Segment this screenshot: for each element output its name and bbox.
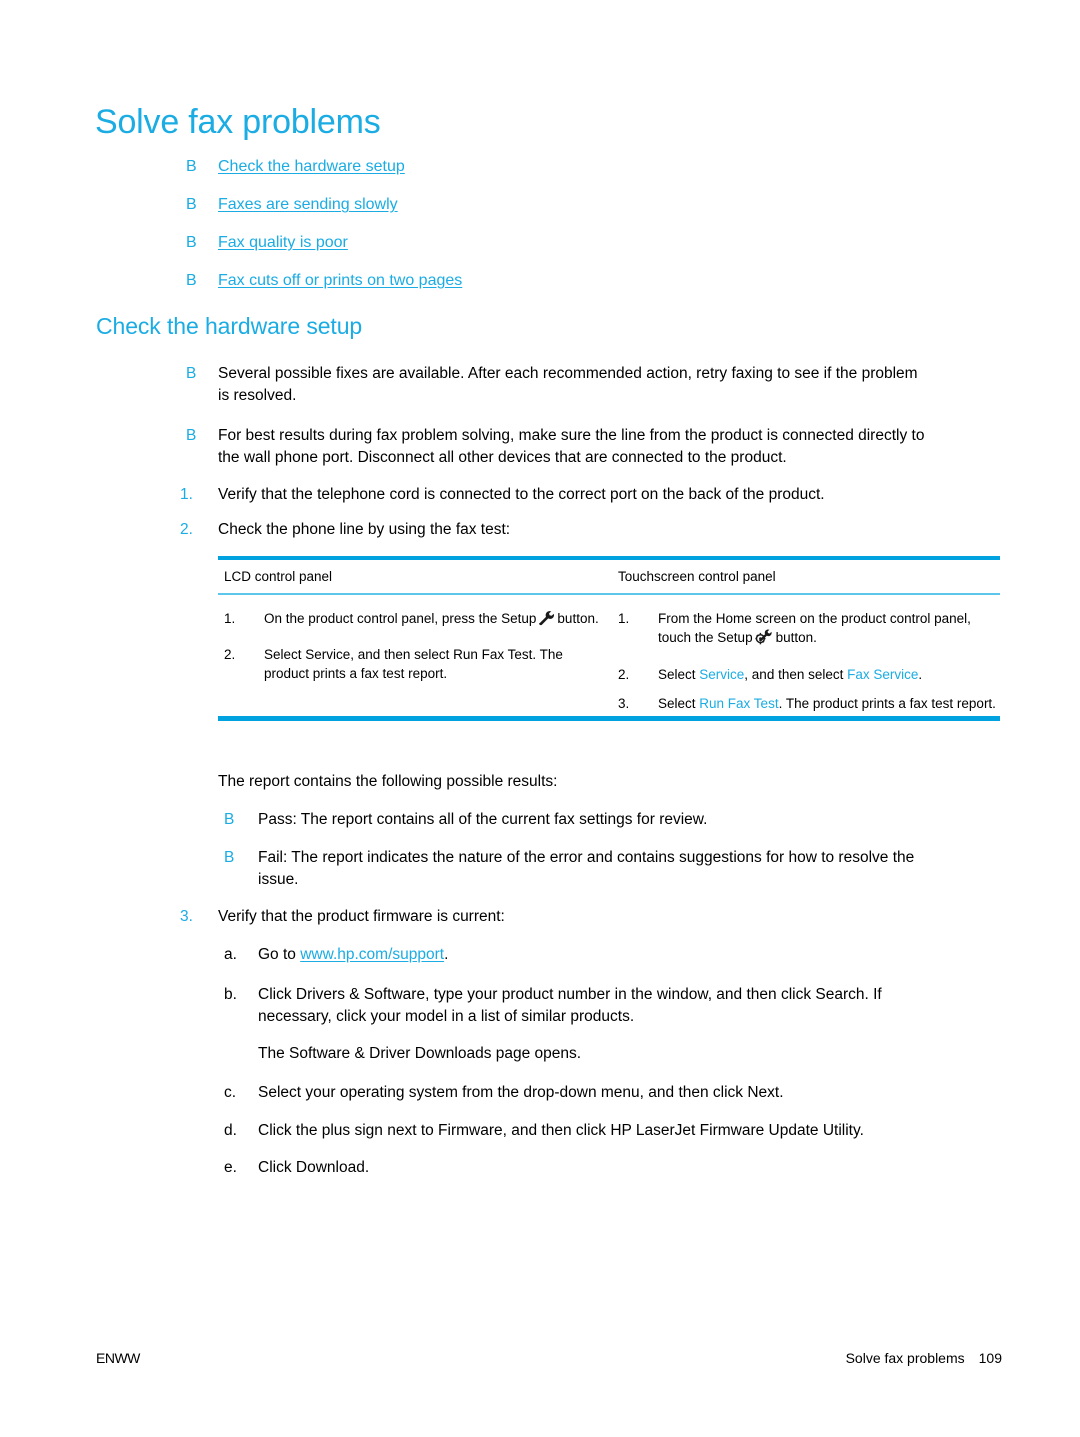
substep-text-line2: necessary, click your model in a list of… xyxy=(258,1008,635,1025)
bullet-icon: B xyxy=(186,427,197,444)
result-text: Pass: The report contains all of the cur… xyxy=(258,811,708,828)
table-header-row: LCD control panel Touchscreen control pa… xyxy=(218,560,1000,593)
link-fax-quality-poor[interactable]: Fax quality is poor xyxy=(218,234,348,252)
step-marker: 3. xyxy=(180,908,193,925)
list-item[interactable]: B Fax cuts off or prints on two pages xyxy=(0,272,1080,310)
cell-text-line1: From the Home screen on the product cont… xyxy=(658,611,971,626)
ui-term-service: Service xyxy=(699,667,745,682)
link-fax-cuts-off[interactable]: Fax cuts off or prints on two pages xyxy=(218,272,462,290)
result-text-line1: Fail: The report indicates the nature of… xyxy=(258,849,915,866)
bullet-text-line2: is resolved. xyxy=(218,387,297,404)
substep-text: Click the plus sign next to Firmware, an… xyxy=(258,1122,864,1139)
substep-text-line1: Click Drivers & Software, type your prod… xyxy=(258,986,882,1003)
link-hp-support[interactable]: www.hp.com/support xyxy=(300,946,444,963)
substep-marker: a. xyxy=(224,946,237,963)
bullet-icon: B xyxy=(224,811,235,828)
bullet-icon: B xyxy=(224,849,235,866)
cell-text: Select Run Fax Test. The product prints … xyxy=(658,694,996,713)
result-text-line2: issue. xyxy=(258,871,299,888)
cell-text-after: button. xyxy=(775,630,817,645)
cell-text-before: touch the Setup xyxy=(658,630,753,645)
cell-text-after: button. xyxy=(557,611,599,626)
step-marker: 2. xyxy=(618,667,630,682)
step-text: Verify that the product firmware is curr… xyxy=(218,908,505,925)
link-faxes-sending-slowly[interactable]: Faxes are sending slowly xyxy=(218,196,398,214)
cell-text-line2: touch the Setup button. xyxy=(658,628,817,650)
step-marker: 1. xyxy=(618,611,630,626)
step-marker: 3. xyxy=(618,696,630,711)
substep-text: Select your operating system from the dr… xyxy=(258,1084,784,1101)
cell-text-line1: Select Service, and then select Run Fax … xyxy=(264,647,563,662)
cell-text: Select Service, and then select Fax Serv… xyxy=(658,665,922,684)
substep-marker: c. xyxy=(224,1084,237,1101)
bullet-icon: B xyxy=(186,158,197,175)
column-header-lcd: LCD control panel xyxy=(224,569,333,584)
section-link-list: B Check the hardware setup B Faxes are s… xyxy=(0,158,1080,310)
footer-section: Solve fax problems 109 xyxy=(846,1350,1002,1366)
substep-note-text: The Software & Driver Downloads page ope… xyxy=(258,1045,582,1062)
step-marker: 2. xyxy=(180,521,193,538)
substep-text: Click Download. xyxy=(258,1159,370,1176)
step-marker: 1. xyxy=(180,486,193,503)
cell-text-mid: . The product prints a fax test report. xyxy=(778,696,996,711)
bullet-icon: B xyxy=(186,234,197,251)
gear-wrench-icon xyxy=(754,629,774,650)
list-item[interactable]: B Check the hardware setup xyxy=(0,158,1080,196)
step-text: Check the phone line by using the fax te… xyxy=(218,521,511,538)
cell-text-before: On the product control panel, press the … xyxy=(264,611,537,626)
cell-text-before: Select xyxy=(658,696,700,711)
wrench-icon xyxy=(538,611,555,631)
step-text: Verify that the telephone cord is connec… xyxy=(218,486,825,503)
substep-text: Go to www.hp.com/support. xyxy=(258,944,448,966)
step-marker: 2. xyxy=(224,647,236,662)
bullet-text-line1: For best results during fax problem solv… xyxy=(218,427,925,444)
cell-text: On the product control panel, press the … xyxy=(264,609,599,631)
cell-text-mid: , and then select xyxy=(744,667,848,682)
list-item[interactable]: B Faxes are sending slowly xyxy=(0,196,1080,234)
substep-marker: b. xyxy=(224,986,237,1003)
substep-text-suffix: . xyxy=(444,946,449,963)
results-intro-text: The report contains the following possib… xyxy=(218,773,558,790)
section-heading: Check the hardware setup xyxy=(96,313,363,339)
bullet-text-line1: Several possible fixes are available. Af… xyxy=(218,365,918,382)
link-check-hardware-setup[interactable]: Check the hardware setup xyxy=(218,158,405,176)
table-body: 1. On the product control panel, press t… xyxy=(218,595,1000,716)
page-title: Solve fax problems xyxy=(95,103,381,141)
step-marker: 1. xyxy=(224,611,236,626)
ui-term-fax-service: Fax Service xyxy=(847,667,919,682)
bullet-icon: B xyxy=(186,196,197,213)
document-page: Solve fax problems B Check the hardware … xyxy=(0,0,1080,1437)
substep-marker: e. xyxy=(224,1159,237,1176)
cell-text-line2: product prints a fax test report. xyxy=(264,666,448,681)
list-item[interactable]: B Fax quality is poor xyxy=(0,234,1080,272)
cell-text-before: Select xyxy=(658,667,700,682)
cell-text-after: . xyxy=(918,667,923,682)
column-header-touchscreen: Touchscreen control panel xyxy=(618,569,776,584)
substep-marker: d. xyxy=(224,1122,237,1139)
table-bottom-rule xyxy=(218,716,1000,721)
bullet-icon: B xyxy=(186,272,197,289)
footer-locale: ENWW xyxy=(96,1350,140,1366)
control-panel-table: LCD control panel Touchscreen control pa… xyxy=(218,556,1000,721)
bullet-text-line2: the wall phone port. Disconnect all othe… xyxy=(218,449,787,466)
ui-term-run-fax-test: Run Fax Test xyxy=(699,696,779,711)
footer-section-label: Solve fax problems xyxy=(845,1350,965,1366)
substep-text-prefix: Go to xyxy=(258,946,301,963)
page-number: 109 xyxy=(978,1350,1002,1366)
bullet-icon: B xyxy=(186,365,197,382)
